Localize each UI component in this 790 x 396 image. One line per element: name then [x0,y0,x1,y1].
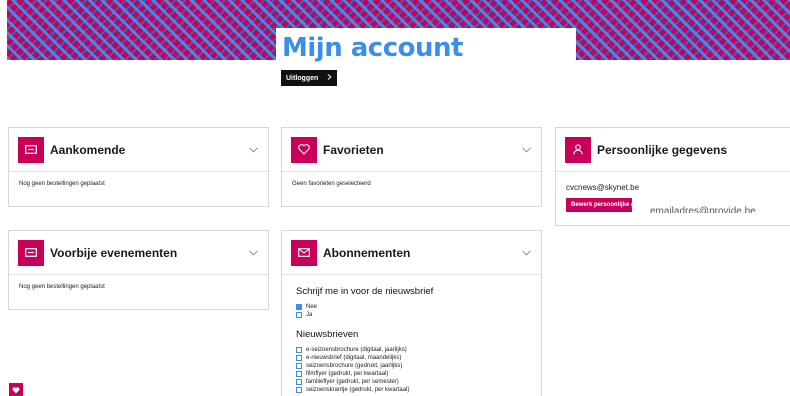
checkbox[interactable] [296,371,302,377]
heart-icon [12,381,20,396]
subscriptions-card: Abonnementen Schrijf me in voor de nieuw… [281,230,542,396]
newsletter-label: e-nieuwsbrief (digitaal, maandelijks) [306,355,402,361]
newsletter-question: Schrijf me in voor de nieuwsbrief [296,286,434,297]
subscriptions-card-header[interactable]: Abonnementen [282,231,541,275]
newsletter-item[interactable]: e-nieuwsbrief (digitaal, maandelijks) [296,354,527,362]
favorites-card-header[interactable]: Favorieten [282,128,541,172]
envelope-icon [291,239,317,266]
chevron-right-icon [327,74,332,82]
chevron-down-icon[interactable] [520,144,532,156]
checkbox[interactable] [296,387,302,393]
favorites-card: Favorieten Geen favorieten geselecteerd [281,127,542,207]
floating-favorite-button[interactable] [9,383,23,396]
logout-button[interactable]: Uitloggen [281,70,337,86]
user-icon [565,136,591,163]
upcoming-card-title: Aankomende [50,142,126,157]
newsletter-item[interactable]: familieflyer (gedrukt, per semester) [296,378,527,386]
newsletter-label: e-seizoensbrochure (digitaal, jaarlijks) [306,347,407,353]
past-events-card-header[interactable]: Voorbije evenementen [9,231,268,275]
checkbox[interactable] [296,347,302,353]
newsletter-label: seizoensbrochure (gedrukt, jaarlijks) [306,363,403,369]
newsletter-label: seizoenskrantje (gedrukt, per kwartaal) [306,387,410,393]
checkbox-checked[interactable] [296,304,302,310]
past-events-card-body: Nog geen bestellingen geplaatst [9,275,268,299]
chevron-down-icon[interactable] [520,247,532,259]
subscriptions-card-title: Abonnementen [323,245,411,260]
past-events-card: Voorbije evenementen Nog geen bestelling… [8,230,269,310]
newsletter-option-no[interactable]: Nee [296,303,527,311]
past-events-card-title: Voorbije evenementen [50,245,178,260]
email-value: cvcnews@skynet.be [566,183,640,192]
upcoming-card-header[interactable]: Aankomende [9,128,268,172]
title-panel-tail [262,60,276,84]
favorites-card-body: Geen favorieten geselecteerd [282,172,541,196]
option-label: Ja [306,312,313,318]
checkbox[interactable] [296,312,302,318]
logout-label: Uitloggen [286,74,319,82]
newsletter-option-yes[interactable]: Ja [296,311,527,319]
personal-card-body: cvcnews@skynet.be Bewerk persoonlijke ge… [556,172,790,221]
personal-card-title: Persoonlijke gegevens [597,142,728,157]
checkbox[interactable] [296,379,302,385]
personal-card-header: Persoonlijke gegevens [556,128,790,172]
chevron-down-icon[interactable] [247,247,259,259]
page-title: Mijn account [282,33,463,63]
subscriptions-card-body: Schrijf me in voor de nieuwsbrief Nee Ja… [282,275,541,396]
newsletter-item[interactable]: seizoensbrochure (gedrukt, jaarlijks) [296,362,527,370]
chevron-down-icon[interactable] [247,144,259,156]
edit-personal-data-button[interactable]: Bewerk persoonlijke gegevens [566,198,632,212]
checkbox[interactable] [296,355,302,361]
upcoming-empty-text: Nog geen bestellingen geplaatst [19,181,105,187]
newsletter-label: familieflyer (gedrukt, per semester) [306,379,399,385]
heart-icon [291,136,317,163]
upcoming-card-body: Nog geen bestellingen geplaatst [9,172,268,196]
checkbox[interactable] [296,363,302,369]
newsletter-label: filmflyer (gedrukt, per kwartaal) [306,371,389,377]
past-events-empty-text: Nog geen bestellingen geplaatst [19,284,105,290]
upcoming-card: Aankomende Nog geen bestellingen geplaat… [8,127,269,207]
option-label: Nee [306,304,318,310]
favorites-empty-text: Geen favorieten geselecteerd [292,181,371,187]
newsletter-item[interactable]: e-seizoensbrochure (digitaal, jaarlijks) [296,346,527,354]
newsletter-item[interactable]: seizoenskrantje (gedrukt, per kwartaal) [296,386,527,394]
newsletters-heading: Nieuwsbrieven [296,329,359,340]
overflow-email-text: emailadres@provide.be [650,206,756,213]
ticket-icon [18,136,44,163]
favorites-card-title: Favorieten [323,142,384,157]
ticket-icon [18,239,44,266]
newsletter-item[interactable]: filmflyer (gedrukt, per kwartaal) [296,370,527,378]
